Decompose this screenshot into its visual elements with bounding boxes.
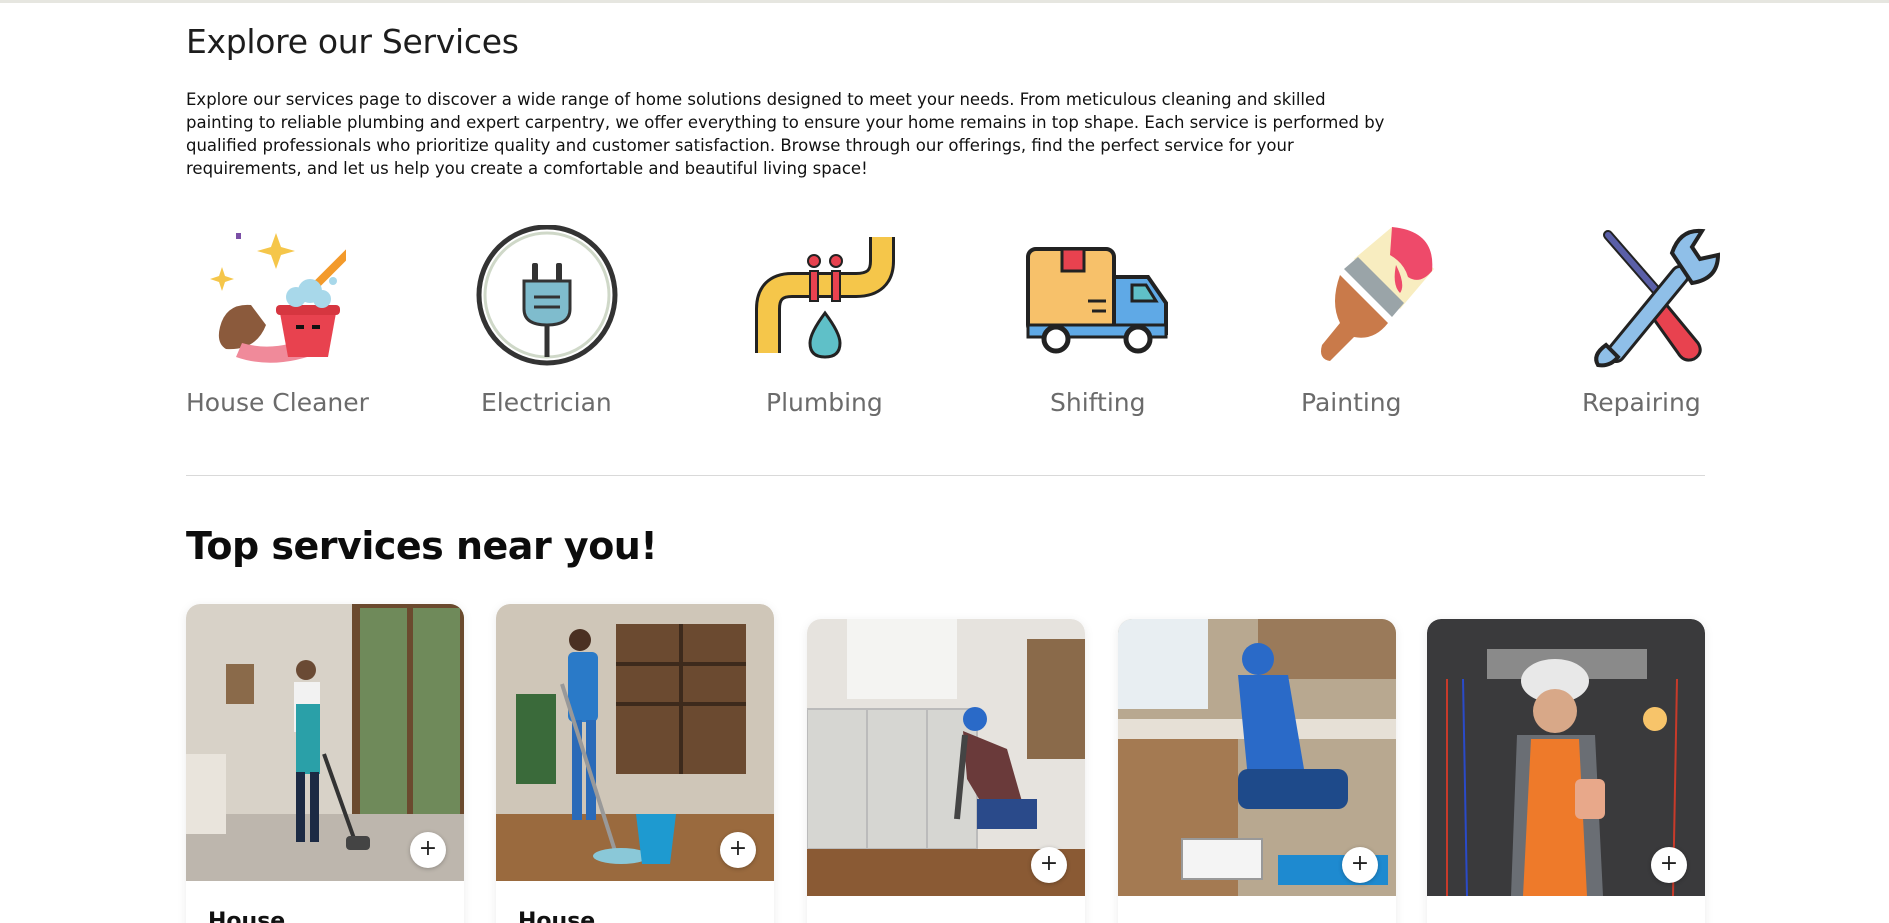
- category-repairing[interactable]: Repairing: [1576, 225, 1766, 425]
- category-shifting[interactable]: Shifting: [1022, 225, 1212, 425]
- service-card-title: House: [518, 909, 596, 923]
- plug-icon: [476, 224, 626, 370]
- service-card[interactable]: + House: [186, 604, 464, 923]
- delivery-truck-icon: [1022, 225, 1172, 370]
- broom-bucket-icon: [196, 225, 366, 370]
- services-description: Explore our services page to discover a …: [186, 90, 1385, 178]
- category-label: Painting: [1301, 388, 1402, 417]
- paintbrush-icon: [1296, 225, 1446, 370]
- service-card[interactable]: +: [807, 619, 1085, 923]
- category-label: Plumbing: [766, 388, 883, 417]
- category-electrician[interactable]: Electrician: [476, 224, 666, 425]
- top-services-title: Top services near you!: [186, 524, 658, 568]
- category-house-cleaner[interactable]: House Cleaner: [186, 225, 376, 425]
- add-service-button[interactable]: +: [410, 832, 446, 868]
- service-card[interactable]: + House: [496, 604, 774, 923]
- service-categories: House Cleaner Electrician Plumbing Shift…: [186, 224, 1721, 425]
- section-divider: [186, 475, 1705, 476]
- wrench-screwdriver-icon: [1576, 225, 1726, 370]
- service-card-title: House: [208, 909, 286, 923]
- add-service-button[interactable]: +: [1342, 847, 1378, 883]
- category-label: House Cleaner: [186, 388, 369, 417]
- category-label: Electrician: [481, 388, 612, 417]
- service-card[interactable]: +: [1427, 619, 1705, 923]
- category-painting[interactable]: Painting: [1296, 225, 1486, 425]
- add-service-button[interactable]: +: [720, 832, 756, 868]
- pipe-drop-icon: [754, 225, 904, 370]
- page-title: Explore our Services: [186, 22, 519, 61]
- add-service-button[interactable]: +: [1031, 847, 1067, 883]
- service-card[interactable]: +: [1118, 619, 1396, 923]
- category-plumbing[interactable]: Plumbing: [754, 225, 944, 425]
- top-border: [0, 0, 1889, 3]
- category-label: Repairing: [1582, 388, 1701, 417]
- category-label: Shifting: [1050, 388, 1146, 417]
- add-service-button[interactable]: +: [1651, 847, 1687, 883]
